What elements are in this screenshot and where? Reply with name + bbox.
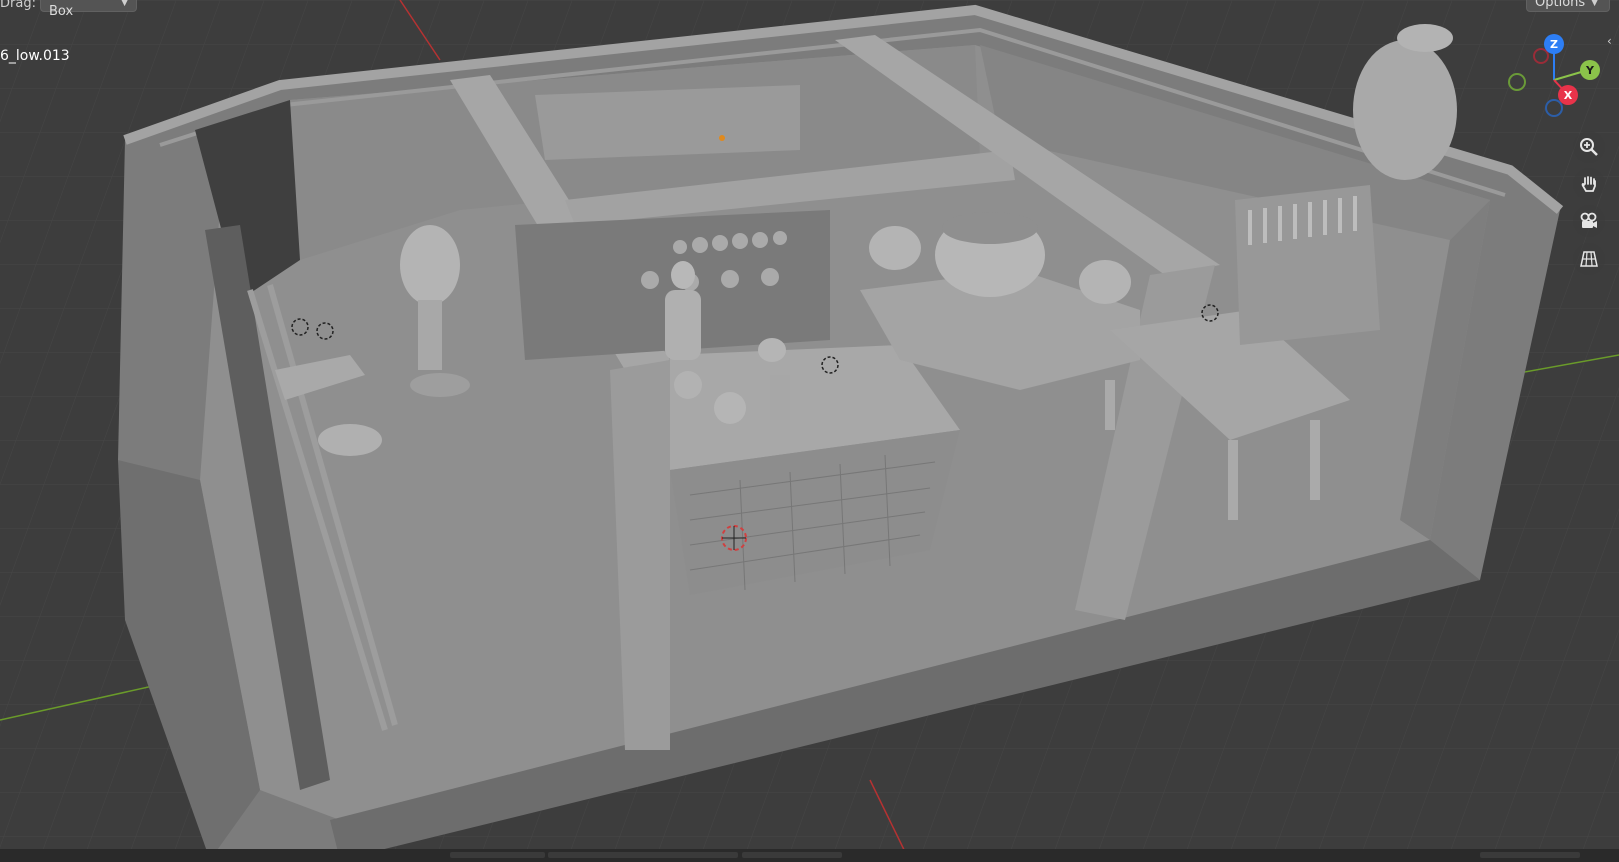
bottom-status-bar bbox=[0, 849, 1619, 862]
zoom-in-icon bbox=[1580, 138, 1598, 156]
gizmo-z-label: Z bbox=[1550, 38, 1558, 51]
chevron-down-icon: ▼ bbox=[121, 0, 128, 8]
ortho-toggle-button[interactable] bbox=[1573, 243, 1605, 275]
active-object-name: 6_low.013 bbox=[0, 48, 70, 64]
sidebar-collapse-icon[interactable]: ‹ bbox=[1607, 34, 1612, 48]
options-dropdown[interactable]: Options ▼ bbox=[1526, 0, 1610, 12]
camera-icon bbox=[1580, 212, 1597, 228]
gizmo-neg-z[interactable] bbox=[1545, 99, 1563, 117]
gizmo-y-label: Y bbox=[1585, 64, 1595, 77]
gizmo-neg-y[interactable] bbox=[1508, 73, 1526, 91]
options-label: Options bbox=[1535, 0, 1586, 10]
gizmo-x-label: X bbox=[1564, 89, 1573, 102]
zoom-button[interactable] bbox=[1573, 131, 1605, 163]
camera-view-button[interactable] bbox=[1573, 205, 1605, 237]
chevron-down-icon: ▼ bbox=[1591, 0, 1599, 8]
status-segment bbox=[1480, 852, 1580, 858]
scene-render bbox=[0, 0, 1619, 862]
gizmo-neg-x[interactable] bbox=[1533, 48, 1549, 64]
3d-viewport[interactable] bbox=[0, 0, 1619, 862]
pan-button[interactable] bbox=[1573, 168, 1605, 200]
drag-label: Drag: bbox=[0, 0, 36, 11]
select-mode-value: Select Box bbox=[49, 0, 89, 19]
grid-icon bbox=[1580, 251, 1598, 267]
status-segment bbox=[742, 852, 842, 858]
status-segment bbox=[548, 852, 738, 858]
status-segment bbox=[450, 852, 545, 858]
hand-icon bbox=[1581, 176, 1596, 192]
navigation-gizmo[interactable]: Z Y X bbox=[1488, 30, 1600, 130]
select-mode-dropdown[interactable]: Select Box ▼ bbox=[40, 0, 137, 19]
